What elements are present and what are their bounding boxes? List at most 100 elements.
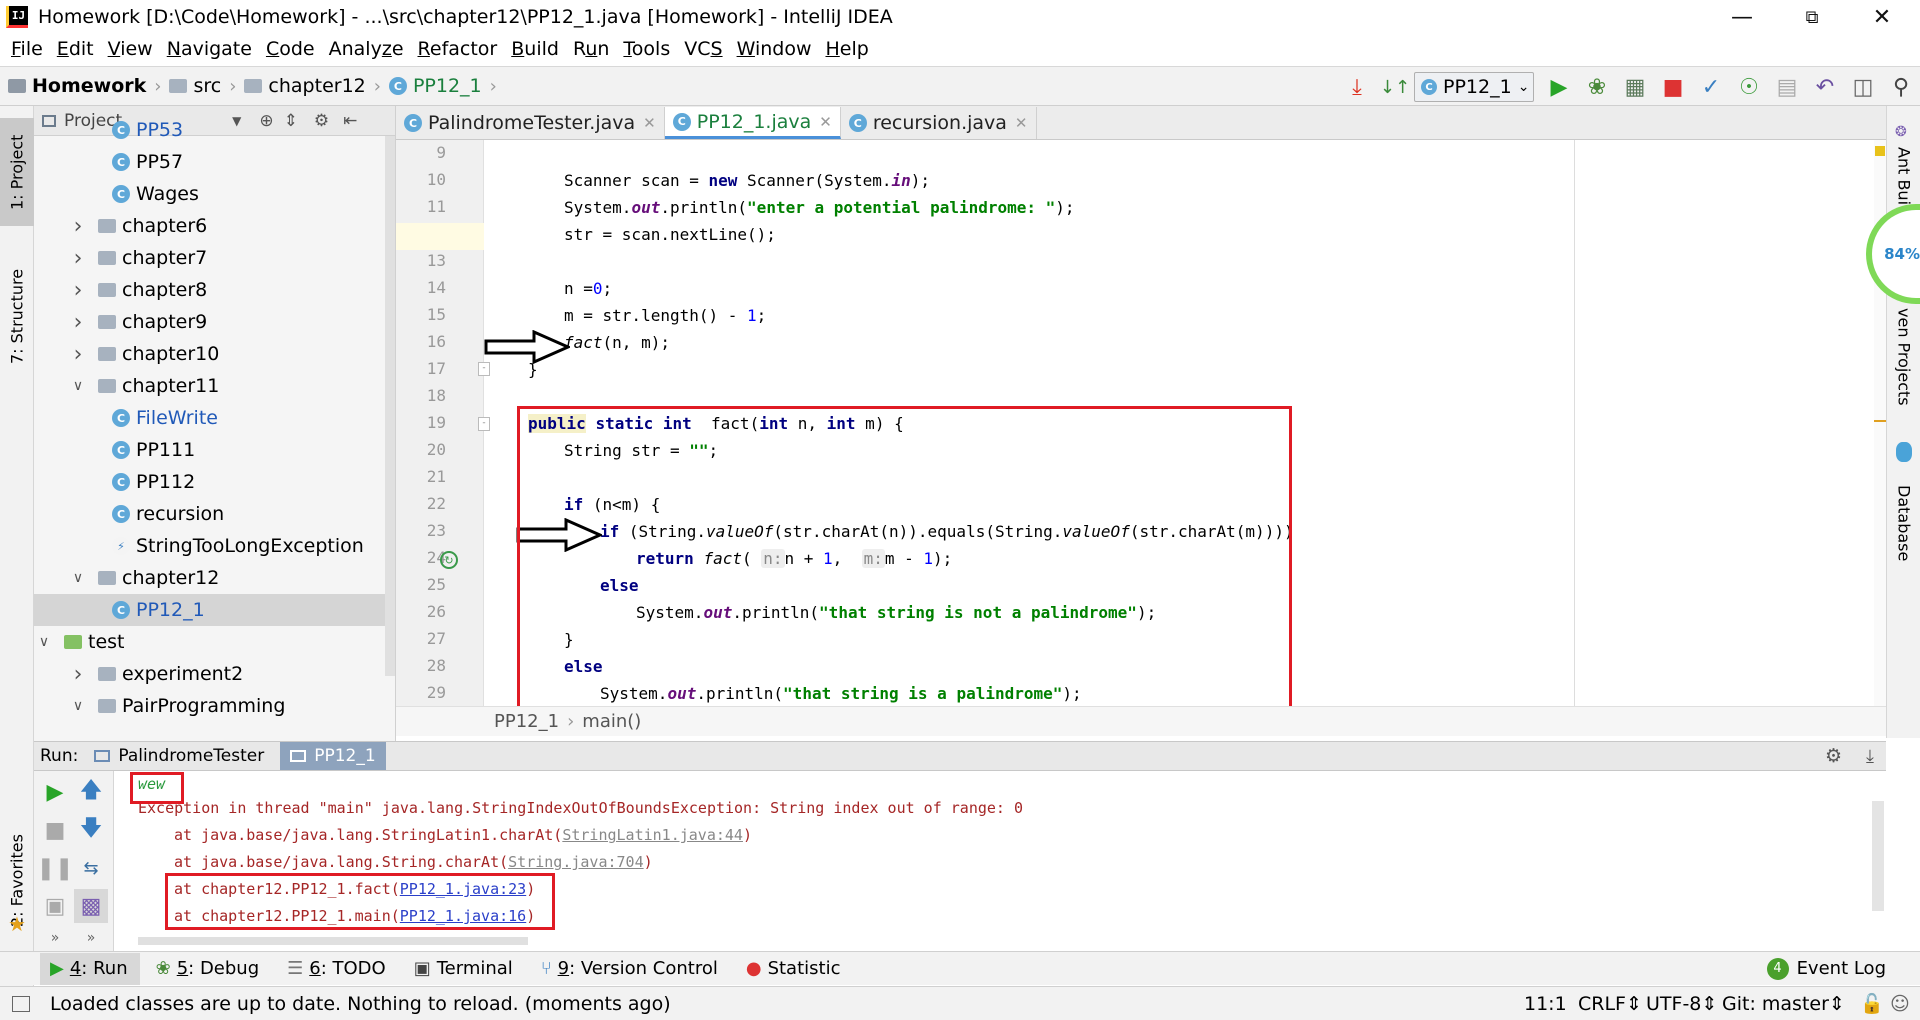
- console-hscrollbar[interactable]: [138, 937, 528, 945]
- scroll-to-end-icon[interactable]: ▩: [74, 889, 108, 923]
- close-tab-icon[interactable]: ✕: [819, 113, 832, 131]
- editor-tab[interactable]: Crecursion.java ✕: [841, 107, 1037, 139]
- sort-icon[interactable]: ↓↑: [1376, 68, 1414, 106]
- caret-position[interactable]: 11:1: [1524, 993, 1567, 1015]
- run-icon[interactable]: ▶: [1540, 68, 1578, 106]
- coverage-icon[interactable]: ▦: [1616, 68, 1654, 106]
- camera-icon[interactable]: ▣: [38, 889, 72, 923]
- up-arrow-icon[interactable]: 🡅: [74, 775, 108, 809]
- rerun-icon[interactable]: ▶: [38, 775, 72, 809]
- editor-tab[interactable]: C PP12_1.java ✕: [664, 107, 841, 139]
- tree-item[interactable]: ∨ test: [34, 626, 394, 658]
- menu-help[interactable]: Help: [818, 38, 875, 60]
- chevron-right-icon[interactable]: ›: [68, 342, 88, 367]
- code-editor[interactable]: Scanner scan = new Scanner(System.in); S…: [484, 140, 1886, 706]
- tool-tab-structure[interactable]: 7: Structure: [0, 256, 34, 376]
- pause-icon[interactable]: ❚❚: [37, 851, 74, 885]
- tree-item[interactable]: › chapter7: [34, 242, 394, 274]
- project-structure-icon[interactable]: ◫: [1844, 68, 1882, 106]
- warning-marker-icon[interactable]: [1875, 146, 1885, 156]
- menu-view[interactable]: View: [101, 38, 160, 60]
- search-icon[interactable]: ⚲: [1882, 68, 1920, 106]
- tree-item[interactable]: Crecursion: [34, 498, 394, 530]
- run-tab[interactable]: PalindromeTester: [84, 742, 274, 770]
- close-tab-icon[interactable]: ✕: [1015, 114, 1028, 132]
- line-marker[interactable]: [1874, 420, 1886, 422]
- menu-navigate[interactable]: Navigate: [160, 38, 259, 60]
- tree-item[interactable]: C PP53: [34, 114, 394, 146]
- tree-item[interactable]: ⚡ StringTooLongException: [34, 530, 394, 562]
- menu-edit[interactable]: Edit: [50, 38, 101, 60]
- tool-tab-database[interactable]: Database: [1887, 468, 1920, 578]
- minimize-button[interactable]: —: [1708, 0, 1776, 34]
- chevron-right-icon[interactable]: ›: [68, 214, 88, 239]
- chevron-down-icon[interactable]: ∨: [68, 570, 88, 586]
- tree-item[interactable]: › experiment2: [34, 658, 394, 690]
- tree-item[interactable]: C PP57: [34, 146, 394, 178]
- bottom-tab[interactable]: ❀ 5: Debug: [146, 953, 272, 985]
- chevron-right-icon[interactable]: ›: [68, 246, 88, 271]
- stack-frame-link[interactable]: PP12_1.java:16: [400, 907, 526, 925]
- vcs-update-icon[interactable]: ✓: [1692, 68, 1730, 106]
- toggle-tool-windows-icon[interactable]: [12, 995, 30, 1012]
- stack-frame-link[interactable]: String.java:704: [508, 853, 643, 871]
- bottom-tab[interactable]: ⑂ 9: Version Control: [531, 953, 730, 985]
- tree-item[interactable]: › chapter6: [34, 210, 394, 242]
- close-window-button[interactable]: ✕: [1848, 0, 1916, 34]
- more-icon[interactable]: »: [38, 921, 72, 955]
- hide-panel-icon[interactable]: ⤓: [1866, 746, 1874, 767]
- tree-item[interactable]: › chapter8: [34, 274, 394, 306]
- recursive-call-icon[interactable]: ↻: [440, 551, 458, 569]
- menu-tools[interactable]: Tools: [616, 38, 677, 60]
- stack-frame-link[interactable]: PP12_1.java:23: [400, 880, 526, 898]
- download-arrow-icon[interactable]: ⤓: [1338, 68, 1376, 106]
- menu-build[interactable]: Build: [504, 38, 566, 60]
- bottom-tab[interactable]: ▶ 4: Run: [40, 952, 140, 985]
- tool-tab-project[interactable]: 1: Project: [0, 118, 34, 226]
- breadcrumb-pp12-1[interactable]: C PP12_1 ›: [388, 75, 497, 97]
- run-configuration-select[interactable]: C PP12_1 ⌄: [1414, 72, 1534, 102]
- console-output[interactable]: wew Exception in thread "main" java.lang…: [114, 771, 1886, 951]
- menu-refactor[interactable]: Refactor: [411, 38, 505, 60]
- tree-item[interactable]: C FileWrite: [34, 402, 394, 434]
- lock-icon[interactable]: 🔓: [1860, 992, 1884, 1015]
- menu-run[interactable]: Run: [566, 38, 616, 60]
- tree-item[interactable]: ∨ chapter11: [34, 370, 394, 402]
- tree-item[interactable]: › chapter9: [34, 306, 394, 338]
- tree-item[interactable]: ∨ PairProgramming: [34, 690, 394, 722]
- menu-vcs[interactable]: VCS: [677, 38, 729, 60]
- down-arrow-icon[interactable]: 🡇: [74, 813, 108, 847]
- restore-button[interactable]: ⧉: [1778, 0, 1846, 34]
- hector-icon[interactable]: ☺: [1890, 993, 1910, 1015]
- breadcrumb-class[interactable]: PP12_1: [494, 711, 559, 732]
- event-log-button[interactable]: 4 Event Log: [1766, 957, 1886, 980]
- breadcrumb-chapter12[interactable]: chapter12 ›: [244, 75, 381, 97]
- menu-code[interactable]: Code: [259, 38, 322, 60]
- tool-tab-ant[interactable]: Ant Bui: [1887, 146, 1920, 206]
- close-tab-icon[interactable]: ✕: [643, 114, 656, 132]
- file-encoding[interactable]: UTF-8⇕: [1646, 993, 1717, 1015]
- bottom-tab[interactable]: ● Statistic: [736, 953, 853, 985]
- gear-icon[interactable]: ⚙: [1825, 745, 1842, 767]
- fold-marker-icon[interactable]: -: [478, 417, 490, 431]
- bottom-tab[interactable]: ▣ Terminal: [404, 953, 525, 985]
- tree-item[interactable]: C Wages: [34, 178, 394, 210]
- git-branch[interactable]: Git: master⇕: [1722, 993, 1845, 1015]
- run-tab[interactable]: PP12_1: [280, 742, 386, 770]
- debug-icon[interactable]: ❀: [1578, 68, 1616, 106]
- menu-file[interactable]: File: [4, 38, 50, 60]
- tree-item[interactable]: › chapter10: [34, 338, 394, 370]
- chevron-right-icon[interactable]: ›: [68, 310, 88, 335]
- chevron-right-icon[interactable]: ›: [68, 278, 88, 303]
- fold-marker-icon[interactable]: -: [478, 362, 490, 376]
- breadcrumb-project[interactable]: Homework ›: [8, 75, 161, 97]
- breadcrumb-src[interactable]: src ›: [169, 75, 236, 97]
- chevron-right-icon[interactable]: ›: [68, 662, 88, 687]
- tree-item[interactable]: C PP111: [34, 434, 394, 466]
- chevron-down-icon[interactable]: ∨: [68, 378, 88, 394]
- console-scrollbar[interactable]: [1872, 801, 1884, 911]
- soft-wrap-icon[interactable]: ⇆: [74, 851, 108, 885]
- tree-item[interactable]: C PP112: [34, 466, 394, 498]
- chevron-down-icon[interactable]: ∨: [34, 634, 54, 650]
- line-separator[interactable]: CRLF⇕: [1578, 993, 1642, 1015]
